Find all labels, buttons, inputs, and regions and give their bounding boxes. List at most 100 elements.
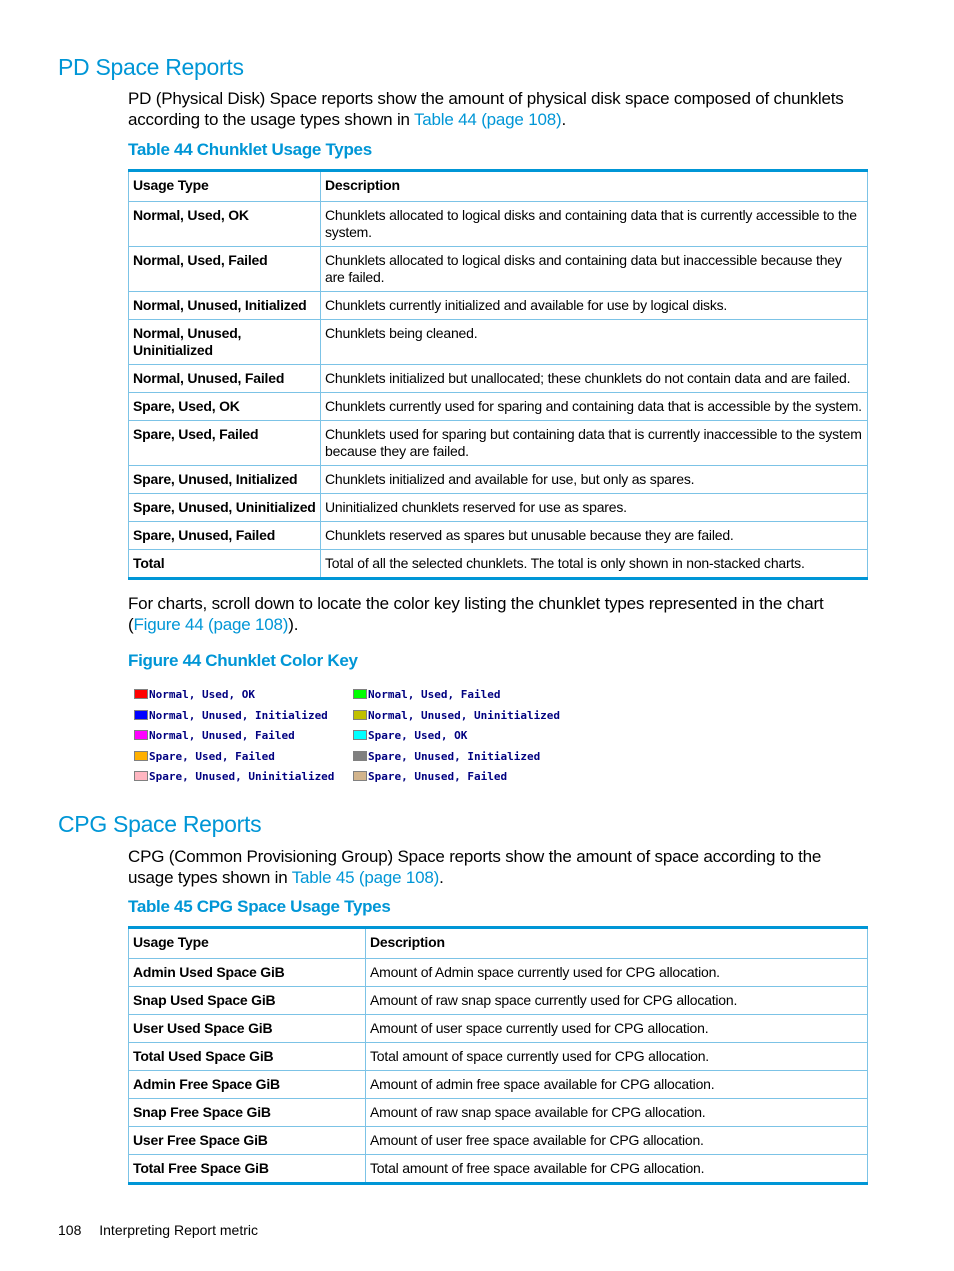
color-swatch-icon bbox=[134, 750, 148, 761]
usage-type-cell: Spare, Used, OK bbox=[128, 392, 321, 421]
usage-type-cell: Admin Free Space GiB bbox=[128, 1070, 366, 1099]
chunklet-usage-table: Usage Type Description Normal, Used, OK C… bbox=[128, 169, 868, 580]
table-row: Normal, Unused, Uninitialized Chunklets b… bbox=[128, 319, 868, 365]
description-cell: Amount of raw snap space available for C… bbox=[365, 1098, 868, 1127]
usage-type-cell: Total Free Space GiB bbox=[128, 1154, 366, 1184]
page-number: 108 bbox=[58, 1222, 82, 1238]
table-row: Spare, Used, Failed Chunklets used for sp… bbox=[128, 420, 868, 466]
description-cell: Amount of admin free space available for… bbox=[365, 1070, 868, 1099]
color-key-item: Spare, Used, Failed bbox=[134, 750, 275, 764]
description-cell: Chunklets currently used for sparing and… bbox=[320, 392, 868, 421]
description-cell: Chunklets allocated to logical disks and… bbox=[320, 246, 868, 292]
usage-type-cell: User Free Space GiB bbox=[128, 1126, 366, 1155]
description-cell: Total amount of space currently used for… bbox=[365, 1042, 868, 1071]
table-header-row: Usage Type Description bbox=[128, 927, 868, 959]
color-swatch-icon bbox=[353, 750, 367, 761]
table-row: Spare, Unused, Failed Chunklets reserved … bbox=[128, 521, 868, 550]
color-key-label: Spare, Unused, Initialized bbox=[368, 749, 541, 763]
table-row: Spare, Unused, Initialized Chunklets init… bbox=[128, 465, 868, 494]
description-cell: Chunklets currently initialized and avai… bbox=[320, 291, 868, 320]
color-key-label: Spare, Unused, Failed bbox=[368, 770, 508, 783]
pd-intro-end: . bbox=[561, 110, 566, 129]
description-cell: Uninitialized chunklets reserved for use… bbox=[320, 493, 868, 522]
usage-type-cell: Spare, Unused, Uninitialized bbox=[128, 493, 321, 522]
color-key-item: Spare, Unused, Uninitialized bbox=[134, 770, 334, 784]
table-row: Spare, Unused, Uninitialized Uninitialize… bbox=[128, 493, 868, 522]
color-swatch-icon bbox=[353, 771, 367, 781]
color-key-label: Normal, Used, Failed bbox=[368, 688, 501, 701]
color-key-item: Normal, Used, OK bbox=[134, 688, 255, 702]
color-key-label: Normal, Unused, Initialized bbox=[149, 708, 328, 722]
usage-type-cell: Total bbox=[128, 549, 321, 579]
usage-type-cell: Normal, Unused, Uninitialized bbox=[128, 319, 321, 365]
description-cell: Amount of Admin space currently used for… bbox=[365, 958, 868, 987]
usage-type-cell: Admin Used Space GiB bbox=[128, 958, 366, 987]
pd-intro-paragraph: PD (Physical Disk) Space reports show th… bbox=[128, 88, 868, 130]
table-45-link[interactable]: Table 45 (page 108) bbox=[292, 868, 440, 887]
color-swatch-icon bbox=[353, 709, 367, 720]
table-row: Normal, Unused, Initialized Chunklets cur… bbox=[128, 291, 868, 320]
table-row: Total Free Space GiB Total amount of free… bbox=[128, 1154, 868, 1184]
color-swatch-icon bbox=[134, 730, 148, 740]
description-cell: Amount of user space currently used for … bbox=[365, 1014, 868, 1043]
color-key-label: Spare, Unused, Uninitialized bbox=[149, 770, 335, 783]
table-44-caption: Table 44 Chunklet Usage Types bbox=[128, 140, 372, 159]
description-cell: Total of all the selected chunklets. The… bbox=[320, 549, 868, 579]
section-heading-pd-space-reports: PD Space Reports bbox=[58, 54, 244, 80]
description-cell: Total amount of free space available for… bbox=[365, 1154, 868, 1184]
column-header-description: Description bbox=[320, 170, 868, 202]
table-header-row: Usage Type Description bbox=[128, 170, 868, 202]
cpg-intro-text: CPG (Common Provisioning Group) Space re… bbox=[128, 847, 822, 887]
color-key-label: Normal, Unused, Uninitialized bbox=[368, 708, 561, 722]
footer-section-title: Interpreting Report metric bbox=[99, 1222, 258, 1238]
table-row: User Used Space GiB Amount of user space … bbox=[128, 1014, 868, 1043]
table-row: Normal, Unused, Failed Chunklets initiali… bbox=[128, 364, 868, 393]
usage-type-cell: Spare, Used, Failed bbox=[128, 420, 321, 466]
table-row: Normal, Used, Failed Chunklets allocated … bbox=[128, 246, 868, 292]
page-footer: 108 Interpreting Report metric bbox=[58, 1222, 258, 1238]
description-cell: Chunklets initialized and available for … bbox=[320, 465, 868, 494]
table-row: Admin Used Space GiB Amount of Admin spac… bbox=[128, 958, 868, 987]
section-heading-cpg-space-reports: CPG Space Reports bbox=[58, 811, 262, 837]
description-cell: Chunklets used for sparing but containin… bbox=[320, 420, 868, 466]
color-key-item: Normal, Unused, Failed bbox=[134, 729, 295, 743]
table-row: Admin Free Space GiB Amount of admin free… bbox=[128, 1070, 868, 1099]
color-key-label: Spare, Used, Failed bbox=[149, 749, 275, 763]
cpg-intro-paragraph: CPG (Common Provisioning Group) Space re… bbox=[128, 846, 868, 888]
usage-type-cell: Normal, Used, Failed bbox=[128, 246, 321, 292]
table-row: Total Used Space GiB Total amount of spac… bbox=[128, 1042, 868, 1071]
usage-type-cell: Total Used Space GiB bbox=[128, 1042, 366, 1071]
table-45-caption: Table 45 CPG Space Usage Types bbox=[128, 897, 391, 916]
color-key-item: Normal, Unused, Initialized bbox=[134, 709, 328, 723]
color-key-label: Spare, Used, OK bbox=[368, 729, 468, 742]
color-swatch-icon bbox=[134, 709, 148, 720]
figure-44-caption: Figure 44 Chunklet Color Key bbox=[128, 651, 358, 670]
table-row: Spare, Used, OK Chunklets currently used … bbox=[128, 392, 868, 421]
description-cell: Chunklets initialized but unallocated; t… bbox=[320, 364, 868, 393]
description-cell: Amount of user free space available for … bbox=[365, 1126, 868, 1155]
color-key-item: Spare, Used, OK bbox=[353, 729, 467, 743]
charts-note-paragraph: For charts, scroll down to locate the co… bbox=[128, 593, 868, 635]
color-key-label: Normal, Unused, Failed bbox=[149, 729, 295, 742]
column-header-usage-type: Usage Type bbox=[128, 927, 366, 959]
color-key-item: Spare, Unused, Initialized bbox=[353, 750, 540, 764]
color-swatch-icon bbox=[353, 730, 367, 740]
table-row: User Free Space GiB Amount of user free s… bbox=[128, 1126, 868, 1155]
color-key-label: Normal, Used, OK bbox=[149, 688, 255, 701]
description-cell: Chunklets reserved as spares but unusabl… bbox=[320, 521, 868, 550]
usage-type-cell: Normal, Unused, Initialized bbox=[128, 291, 321, 320]
usage-type-cell: Spare, Unused, Failed bbox=[128, 521, 321, 550]
color-key-item: Normal, Used, Failed bbox=[353, 688, 500, 702]
usage-type-cell: Normal, Used, OK bbox=[128, 201, 321, 247]
table-44-link[interactable]: Table 44 (page 108) bbox=[414, 110, 562, 129]
usage-type-cell: Snap Used Space GiB bbox=[128, 986, 366, 1015]
usage-type-cell: Spare, Unused, Initialized bbox=[128, 465, 321, 494]
color-key-item: Spare, Unused, Failed bbox=[353, 770, 507, 784]
description-cell: Chunklets being cleaned. bbox=[320, 319, 868, 365]
cpg-intro-end: . bbox=[439, 868, 444, 887]
cpg-space-usage-table: Usage Type Description Admin Used Space … bbox=[128, 926, 868, 1185]
table-row: Snap Used Space GiB Amount of raw snap sp… bbox=[128, 986, 868, 1015]
color-swatch-icon bbox=[134, 689, 148, 699]
color-swatch-icon bbox=[134, 771, 148, 781]
figure-44-link[interactable]: Figure 44 (page 108) bbox=[133, 615, 288, 634]
